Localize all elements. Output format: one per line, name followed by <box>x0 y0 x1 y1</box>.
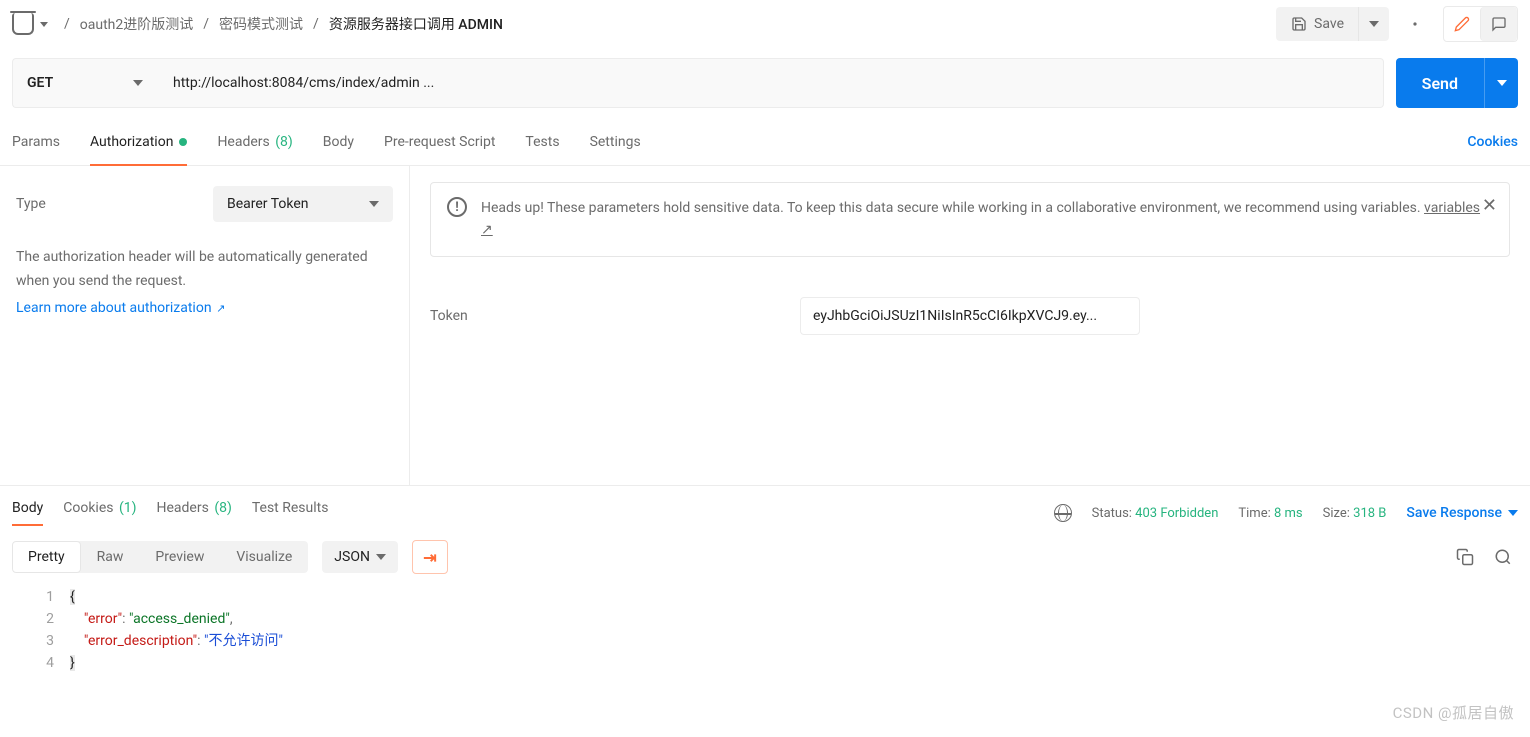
resp-headers-count: (8) <box>214 500 232 516</box>
type-label: Type <box>16 196 46 212</box>
code-lines[interactable]: { "error": "access_denied", "error_descr… <box>70 582 283 678</box>
view-mode-tabs: Pretty Raw Preview Visualize <box>12 541 308 573</box>
view-pretty[interactable]: Pretty <box>12 541 81 573</box>
auth-type-select[interactable]: Bearer Token <box>213 186 393 222</box>
resp-tab-cookies[interactable]: Cookies (1) <box>63 500 136 526</box>
search-button[interactable] <box>1488 542 1518 572</box>
auth-sidebar: Type Bearer Token The authorization head… <box>0 166 410 485</box>
auth-type-value: Bearer Token <box>227 196 309 212</box>
request-tabs: Params Authorization Headers (8) Body Pr… <box>0 118 1530 166</box>
cookies-link[interactable]: Cookies <box>1467 134 1518 150</box>
request-url-bar: GET Send <box>0 48 1530 118</box>
chevron-down-icon <box>1497 80 1507 86</box>
tab-authorization[interactable]: Authorization <box>90 118 187 165</box>
right-action-group <box>1443 6 1518 42</box>
chevron-down-icon <box>1369 21 1379 27</box>
chevron-down-icon <box>133 80 143 86</box>
resp-tab-headers[interactable]: Headers (8) <box>157 500 232 526</box>
tab-params[interactable]: Params <box>12 118 60 165</box>
headers-count: (8) <box>275 134 293 150</box>
learn-more-link[interactable]: Learn more about authorization ↗ <box>16 300 226 316</box>
chevron-down-icon <box>1508 510 1518 516</box>
chevron-down-icon <box>376 554 386 560</box>
send-button[interactable]: Send <box>1396 58 1484 108</box>
breadcrumb-item-active[interactable]: 资源服务器接口调用 ADMIN <box>329 14 503 34</box>
comment-icon <box>1491 16 1507 32</box>
language-select[interactable]: JSON <box>322 541 398 573</box>
view-raw[interactable]: Raw <box>81 541 140 573</box>
info-icon: ! <box>447 197 467 217</box>
send-dropdown-button[interactable] <box>1484 58 1518 108</box>
wrap-lines-button[interactable]: ⇥ <box>412 540 448 574</box>
watermark: CSDN @孤居自傲 <box>1393 702 1514 723</box>
active-indicator-icon <box>179 138 187 146</box>
view-preview[interactable]: Preview <box>139 541 220 573</box>
resp-tab-body[interactable]: Body <box>12 500 43 526</box>
resp-tab-tests[interactable]: Test Results <box>252 500 329 526</box>
line-gutter: 1234 <box>0 582 70 678</box>
status-meta: Status: 403 Forbidden <box>1092 506 1219 521</box>
pencil-icon <box>1454 16 1470 32</box>
breadcrumb-sep: / <box>54 16 80 32</box>
tab-tests[interactable]: Tests <box>525 118 559 165</box>
size-meta: Size: 318 B <box>1323 506 1387 521</box>
time-meta: Time: 8 ms <box>1238 506 1302 521</box>
copy-icon <box>1456 548 1474 566</box>
more-icon <box>1413 22 1419 26</box>
save-button[interactable]: Save <box>1276 7 1358 41</box>
token-row: Token <box>430 297 1510 335</box>
breadcrumb-item[interactable]: 密码模式测试 <box>219 14 303 34</box>
tab-headers[interactable]: Headers (8) <box>217 118 292 165</box>
tab-settings[interactable]: Settings <box>590 118 641 165</box>
save-response-button[interactable]: Save Response <box>1406 505 1518 521</box>
globe-icon[interactable] <box>1054 504 1072 522</box>
token-input[interactable] <box>800 297 1140 335</box>
search-icon <box>1494 548 1512 566</box>
save-icon <box>1290 15 1308 33</box>
tab-body[interactable]: Body <box>323 118 354 165</box>
workspace-icon[interactable] <box>12 13 34 35</box>
edit-button[interactable] <box>1444 7 1480 41</box>
alert-text: Heads up! These parameters hold sensitiv… <box>481 197 1493 242</box>
view-visualize[interactable]: Visualize <box>220 541 308 573</box>
sensitive-data-alert: ! Heads up! These parameters hold sensit… <box>430 182 1510 257</box>
save-button-group: Save <box>1276 7 1389 41</box>
response-header: Body Cookies (1) Headers (8) Test Result… <box>0 486 1530 532</box>
url-input[interactable] <box>157 58 1384 108</box>
body-toolbar: Pretty Raw Preview Visualize JSON ⇥ <box>0 532 1530 582</box>
auth-description: The authorization header will be automat… <box>16 246 393 294</box>
method-selector[interactable]: GET <box>12 58 157 108</box>
breadcrumb-item[interactable]: oauth2进阶版测试 <box>80 14 193 34</box>
authorization-panel: Type Bearer Token The authorization head… <box>0 166 1530 486</box>
wrap-icon: ⇥ <box>423 548 436 567</box>
comment-button[interactable] <box>1480 7 1517 41</box>
save-dropdown-button[interactable] <box>1358 7 1389 41</box>
external-link-icon: ↗ <box>214 302 226 315</box>
response-body: 1234 { "error": "access_denied", "error_… <box>0 582 1530 678</box>
window-header: / oauth2进阶版测试 / 密码模式测试 / 资源服务器接口调用 ADMIN… <box>0 0 1530 48</box>
cookies-count: (1) <box>119 500 137 516</box>
tab-prerequest[interactable]: Pre-request Script <box>384 118 495 165</box>
save-label: Save <box>1314 16 1344 32</box>
more-button[interactable] <box>1399 7 1433 41</box>
method-text: GET <box>27 75 53 91</box>
token-label: Token <box>430 308 800 324</box>
auth-content: ! Heads up! These parameters hold sensit… <box>410 166 1530 485</box>
copy-button[interactable] <box>1450 542 1480 572</box>
workspace-dropdown-icon[interactable] <box>40 22 48 27</box>
chevron-down-icon <box>369 201 379 207</box>
close-icon[interactable]: ✕ <box>1482 195 1497 216</box>
